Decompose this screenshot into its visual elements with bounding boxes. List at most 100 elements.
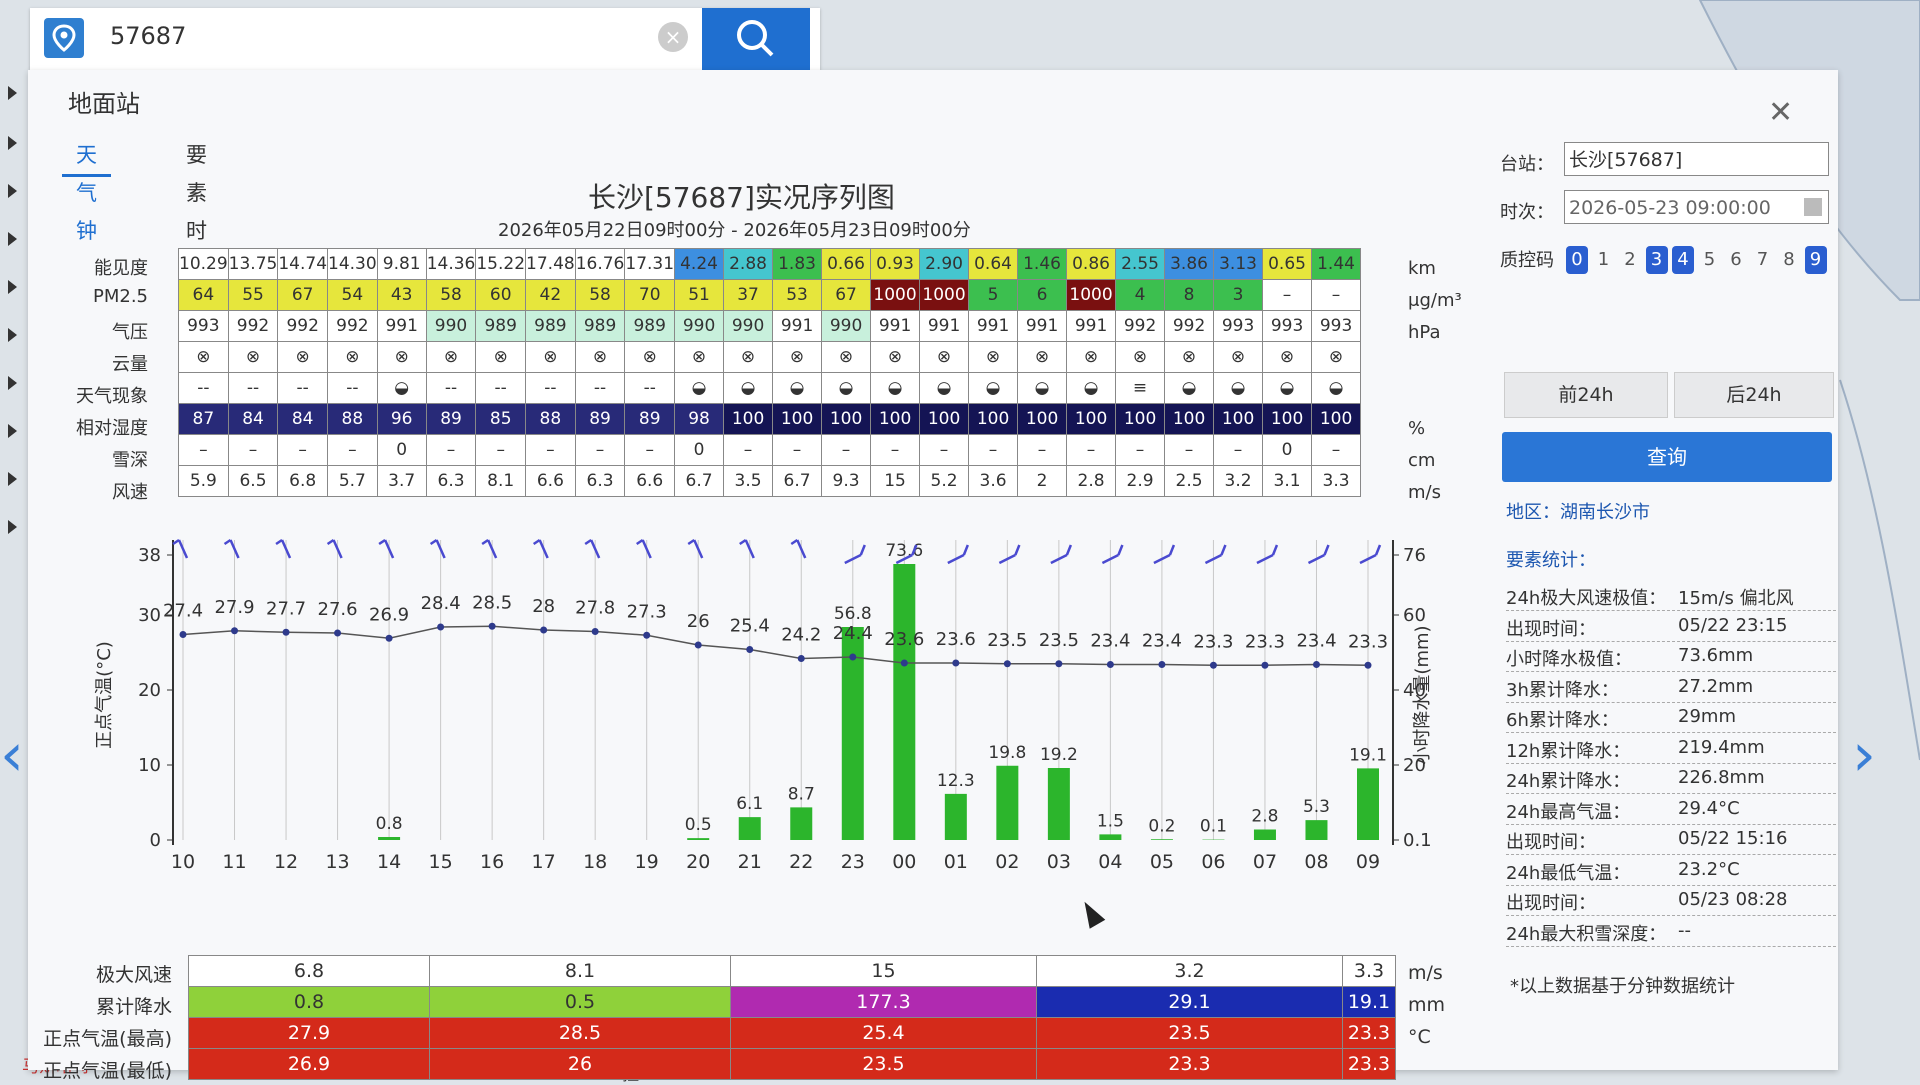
stat-key: 6h累计降水： [1506, 706, 1619, 732]
rain-bar-label: 8.7 [788, 784, 815, 804]
search-bar: 57687 × [30, 8, 820, 70]
x-tick-label: 01 [944, 851, 968, 873]
qc-code[interactable]: 5 [1699, 246, 1721, 274]
expand-arrow-icon[interactable] [8, 520, 17, 534]
prev-page-arrow-icon[interactable]: ‹ [0, 720, 24, 790]
wind-barb-icon [637, 540, 651, 558]
qc-code[interactable]: 3 [1646, 246, 1668, 274]
temperature-point [283, 629, 290, 636]
next-24h-button[interactable]: 后24h [1674, 372, 1834, 418]
qc-code[interactable]: 2 [1619, 246, 1641, 274]
summary-cell: 23.3 [1343, 1018, 1396, 1049]
x-tick-label: 04 [1098, 851, 1122, 873]
wind-barb-icon [1051, 545, 1071, 563]
temperature-label: 23.3 [1348, 631, 1388, 652]
qc-code[interactable]: 1 [1593, 246, 1615, 274]
stat-divider [1506, 702, 1836, 703]
wind-barb-icon [431, 540, 445, 558]
qc-code[interactable]: 6 [1725, 246, 1747, 274]
summary-row: 6.88.1153.23.3 [189, 956, 1396, 987]
summary-row: 27.928.525.423.523.3 [189, 1018, 1396, 1049]
qc-code[interactable]: 4 [1672, 246, 1694, 274]
stat-value: 29.4°C [1678, 798, 1740, 819]
wind-barb-icon [688, 540, 702, 558]
stat-key: 出现时间： [1506, 828, 1596, 854]
next-page-arrow-icon[interactable]: › [1852, 720, 1876, 790]
rain-bar [790, 807, 812, 840]
rain-bar [996, 766, 1018, 840]
temperature-point [1313, 661, 1320, 668]
temperature-point [798, 655, 805, 662]
temperature-point [437, 624, 444, 631]
temperature-point [1158, 661, 1165, 668]
qc-code[interactable]: 0 [1566, 246, 1588, 274]
qc-code[interactable]: 8 [1778, 246, 1800, 274]
temperature-label: 23.6 [884, 629, 924, 650]
expand-arrow-icon[interactable] [8, 86, 17, 100]
stat-divider [1506, 824, 1836, 825]
summary-row: 26.92623.523.323.3 [189, 1049, 1396, 1080]
temperature-point [180, 631, 187, 638]
temperature-label: 23.3 [1245, 631, 1285, 652]
wind-barb-icon [948, 545, 968, 563]
wind-barb-icon [482, 540, 496, 558]
stat-value: 73.6mm [1678, 645, 1753, 666]
wind-barb-icon [173, 540, 187, 558]
y2-axis-title: 小时降水量(mm) [1412, 625, 1433, 764]
prev-24h-button[interactable]: 前24h [1504, 372, 1668, 418]
stat-divider [1506, 793, 1836, 794]
stat-value: -- [1678, 920, 1691, 941]
summary-cell: 3.3 [1343, 956, 1396, 987]
summary-cell: 23.3 [1343, 1049, 1396, 1080]
summary-cell: 23.5 [731, 1049, 1037, 1080]
summary-row-label: 极大风速 [42, 960, 172, 987]
wind-barb-icon [1154, 545, 1174, 563]
rain-bar [1099, 834, 1121, 840]
summary-cell: 177.3 [731, 987, 1037, 1018]
expand-arrow-icon[interactable] [8, 280, 17, 294]
clear-icon[interactable]: × [658, 22, 688, 52]
temperature-point [952, 660, 959, 667]
expand-arrow-icon[interactable] [8, 424, 17, 438]
wind-barb-icon [1102, 545, 1122, 563]
stat-value: 27.2mm [1678, 676, 1753, 697]
x-tick-label: 15 [429, 851, 453, 873]
expand-arrow-icon[interactable] [8, 472, 17, 486]
rain-bar [1254, 830, 1276, 841]
station-panel: 地面站 天气钟 要素时序图 ✕ 长沙[57687]实况序列图 2026年05月2… [28, 70, 1838, 1070]
summary-cell: 8.1 [430, 956, 731, 987]
time-field[interactable]: 2026-05-23 09:00:00 [1564, 190, 1829, 224]
stat-value: 05/23 08:28 [1678, 889, 1787, 910]
x-tick-label: 09 [1356, 851, 1380, 873]
qc-code[interactable]: 7 [1752, 246, 1774, 274]
x-tick-label: 13 [325, 851, 349, 873]
expand-arrow-icon[interactable] [8, 328, 17, 342]
temperature-label: 23.5 [1039, 630, 1079, 651]
stats-title: 要素统计： [1506, 546, 1596, 572]
stat-value: 15m/s 偏北风 [1678, 584, 1794, 610]
temperature-point [901, 660, 908, 667]
summary-cell: 27.9 [189, 1018, 430, 1049]
stat-divider [1506, 671, 1836, 672]
expand-arrow-icon[interactable] [8, 184, 17, 198]
temperature-point [386, 635, 393, 642]
calendar-icon[interactable] [1804, 198, 1822, 216]
timeseries-chart: 0102030380.120406076正点气温(°C)小时降水量(mm)101… [28, 70, 1468, 950]
wind-barb-icon [585, 540, 599, 558]
query-button[interactable]: 查询 [1502, 432, 1832, 482]
temperature-label: 26.9 [369, 604, 409, 625]
search-input[interactable]: 57687 [110, 22, 186, 50]
x-tick-label: 11 [222, 851, 246, 873]
close-icon[interactable]: ✕ [1768, 98, 1793, 128]
station-field[interactable]: 长沙[57687] [1564, 142, 1829, 176]
x-tick-label: 05 [1150, 851, 1174, 873]
search-button[interactable] [702, 8, 810, 70]
expand-arrow-icon[interactable] [8, 136, 17, 150]
temperature-label: 24.4 [833, 623, 873, 644]
temperature-point [1004, 660, 1011, 667]
expand-arrow-icon[interactable] [8, 376, 17, 390]
temperature-label: 23.5 [987, 630, 1027, 651]
expand-arrow-icon[interactable] [8, 232, 17, 246]
location-pin-icon[interactable] [44, 18, 84, 58]
qc-code[interactable]: 9 [1805, 246, 1827, 274]
